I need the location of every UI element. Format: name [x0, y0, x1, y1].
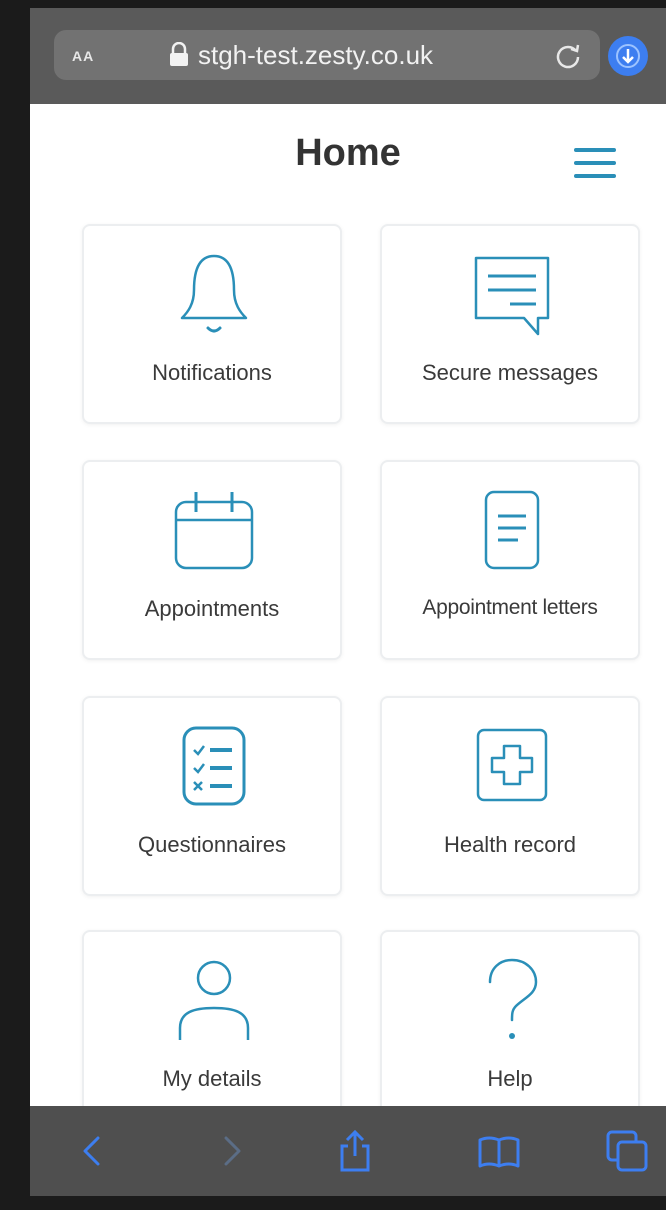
browser-toolbar [30, 1106, 666, 1196]
checklist-icon [182, 726, 246, 806]
share-icon[interactable] [334, 1130, 376, 1172]
document-icon [484, 490, 540, 570]
tile-label: Appointments [144, 596, 280, 621]
back-icon[interactable] [72, 1130, 114, 1172]
tile-questionnaires[interactable]: Questionnaires [82, 696, 342, 896]
forward-icon[interactable] [210, 1130, 252, 1172]
bookmarks-icon[interactable] [478, 1130, 520, 1172]
user-icon [178, 960, 250, 1040]
tile-help[interactable]: Help [380, 930, 640, 1130]
app-frame: AA stgh-test.zesty.co.uk Home Notificati… [0, 0, 666, 1210]
text-size-button[interactable]: AA [72, 30, 94, 80]
tile-label: Appointment letters [422, 596, 598, 619]
url-text: stgh-test.zesty.co.uk [198, 40, 434, 70]
tile-label: Health record [443, 832, 577, 857]
bell-icon [180, 254, 248, 333]
calendar-icon [174, 492, 254, 570]
address-field[interactable]: AA stgh-test.zesty.co.uk [54, 30, 600, 80]
tabs-icon[interactable] [606, 1130, 648, 1172]
device-bezel-left [0, 0, 30, 1210]
tile-my-details[interactable]: My details [82, 930, 342, 1130]
tile-label: Notifications [152, 360, 272, 385]
lock-icon [170, 42, 188, 67]
tile-label: My details [162, 1066, 262, 1091]
hamburger-menu-icon[interactable] [574, 144, 616, 182]
tile-health-record[interactable]: Health record [380, 696, 640, 896]
tile-label: Help [487, 1066, 533, 1091]
reload-icon[interactable] [554, 41, 582, 69]
url-display[interactable]: stgh-test.zesty.co.uk [168, 30, 433, 80]
tile-appointment-letters[interactable]: Appointment letters [380, 460, 640, 660]
tile-label: Secure messages [421, 360, 599, 385]
device-bezel-bottom [0, 1196, 666, 1210]
tile-secure-messages[interactable]: Secure messages [380, 224, 640, 424]
tile-notifications[interactable]: Notifications [82, 224, 342, 424]
device-bezel-top [0, 0, 666, 8]
tile-appointments[interactable]: Appointments [82, 460, 342, 660]
page-title: Home [295, 132, 401, 174]
text-size-label: AA [72, 48, 95, 64]
message-icon [474, 256, 550, 336]
download-icon[interactable] [608, 36, 648, 76]
health-record-icon [476, 728, 548, 802]
tile-label: Questionnaires [138, 832, 286, 857]
help-icon [488, 958, 538, 1039]
browser-address-bar: AA stgh-test.zesty.co.uk [30, 8, 666, 104]
